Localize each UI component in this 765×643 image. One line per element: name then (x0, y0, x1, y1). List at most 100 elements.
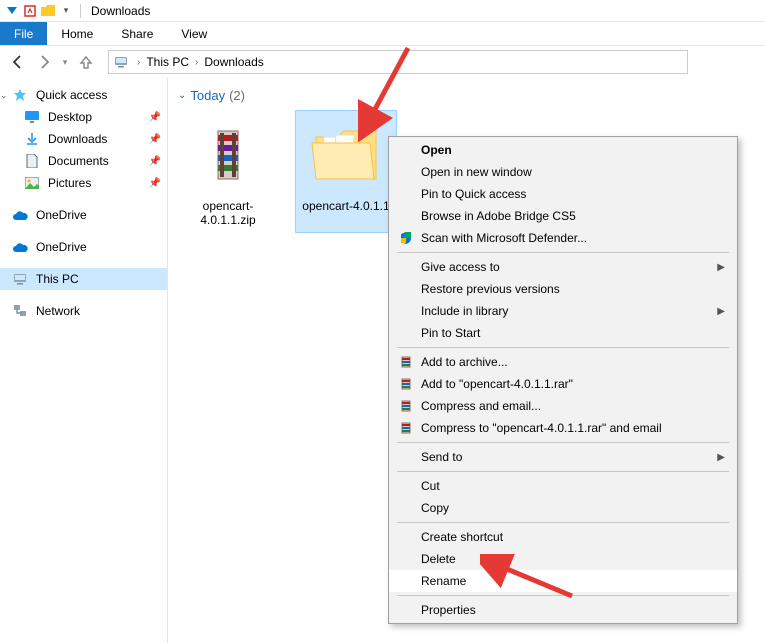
cloud-icon (12, 207, 28, 223)
sidebar-pictures[interactable]: Pictures 📌 (0, 172, 167, 194)
ribbon-tab-share[interactable]: Share (107, 22, 167, 45)
ribbon-tab-view[interactable]: View (167, 22, 221, 45)
sidebar-this-pc[interactable]: This PC (0, 268, 167, 290)
ctx-compress-email[interactable]: Compress and email... (389, 395, 737, 417)
breadcrumb-this-pc[interactable]: This PC (144, 55, 191, 69)
archive-icon (395, 375, 417, 393)
chevron-right-icon: ▶ (717, 306, 725, 317)
context-menu-separator (397, 522, 729, 523)
ctx-cut[interactable]: Cut (389, 475, 737, 497)
pin-icon: 📌 (149, 156, 161, 167)
address-bar[interactable]: › This PC › Downloads (108, 50, 688, 74)
group-label: Today (190, 88, 225, 103)
nav-up-button[interactable] (74, 50, 98, 74)
ribbon-tab-home[interactable]: Home (47, 22, 107, 45)
nav-recent-dropdown[interactable]: ▾ (58, 50, 72, 74)
navbar: ▾ › This PC › Downloads (0, 46, 765, 78)
archive-icon (188, 115, 268, 195)
context-menu-separator (397, 442, 729, 443)
folder-icon (40, 3, 56, 19)
star-icon (12, 87, 28, 103)
ctx-rename[interactable]: Rename (389, 570, 737, 592)
ribbon-tab-file[interactable]: File (0, 22, 47, 45)
nav-back-button[interactable] (6, 50, 30, 74)
folder-icon (306, 115, 386, 195)
sidebar-downloads[interactable]: Downloads 📌 (0, 128, 167, 150)
nav-forward-button[interactable] (32, 50, 56, 74)
archive-icon (395, 397, 417, 415)
sidebar-quick-access[interactable]: ⌄ Quick access (0, 84, 167, 106)
sidebar-item-label: OneDrive (36, 208, 161, 222)
desktop-icon (24, 109, 40, 125)
group-header-today[interactable]: ⌄ Today (2) (178, 88, 755, 103)
cloud-icon (12, 239, 28, 255)
ctx-scan-defender[interactable]: Scan with Microsoft Defender... (389, 227, 737, 249)
pictures-icon (24, 175, 40, 191)
pc-icon (113, 54, 129, 70)
documents-icon (24, 153, 40, 169)
ctx-include-library[interactable]: Include in library▶ (389, 300, 737, 322)
ctx-open-new-window[interactable]: Open in new window (389, 161, 737, 183)
ctx-add-rar[interactable]: Add to "opencart-4.0.1.1.rar" (389, 373, 737, 395)
file-name: opencart-4.0.1.1 (302, 199, 389, 213)
sidebar-desktop[interactable]: Desktop 📌 (0, 106, 167, 128)
sidebar-item-label: Documents (48, 154, 149, 168)
ctx-add-archive[interactable]: Add to archive... (389, 351, 737, 373)
context-menu-separator (397, 347, 729, 348)
archive-icon (395, 353, 417, 371)
group-count: (2) (229, 88, 245, 103)
network-icon (12, 303, 28, 319)
pc-icon (12, 271, 28, 287)
download-icon (24, 131, 40, 147)
ribbon: File Home Share View (0, 22, 765, 46)
ctx-pin-start[interactable]: Pin to Start (389, 322, 737, 344)
ctx-restore-previous[interactable]: Restore previous versions (389, 278, 737, 300)
ctx-browse-bridge[interactable]: Browse in Adobe Bridge CS5 (389, 205, 737, 227)
sidebar-onedrive-1[interactable]: OneDrive (0, 204, 167, 226)
sidebar-network[interactable]: Network (0, 300, 167, 322)
qat-down-arrow-icon[interactable] (4, 3, 20, 19)
breadcrumb-downloads[interactable]: Downloads (202, 55, 265, 69)
caret-down-icon: ⌄ (178, 90, 186, 101)
ctx-give-access[interactable]: Give access to▶ (389, 256, 737, 278)
sidebar-documents[interactable]: Documents 📌 (0, 150, 167, 172)
titlebar: ▾ Downloads (0, 0, 765, 22)
context-menu: Open Open in new window Pin to Quick acc… (388, 136, 738, 624)
sidebar-item-label: This PC (36, 272, 161, 286)
qat-dropdown-icon[interactable]: ▾ (58, 3, 74, 19)
caret-down-icon[interactable]: ⌄ (0, 90, 8, 101)
file-item-zip[interactable]: opencart-4.0.1.1.zip (178, 111, 278, 232)
sidebar-item-label: Quick access (36, 88, 161, 102)
file-name: opencart-4.0.1.1.zip (182, 199, 274, 228)
ctx-compress-to-email[interactable]: Compress to "opencart-4.0.1.1.rar" and e… (389, 417, 737, 439)
pin-icon: 📌 (149, 112, 161, 123)
context-menu-separator (397, 595, 729, 596)
file-item-folder[interactable]: opencart-4.0.1.1 (296, 111, 396, 232)
ctx-delete[interactable]: Delete (389, 548, 737, 570)
chevron-right-icon: ▶ (717, 262, 725, 273)
ctx-send-to[interactable]: Send to▶ (389, 446, 737, 468)
ctx-create-shortcut[interactable]: Create shortcut (389, 526, 737, 548)
sidebar: ⌄ Quick access Desktop 📌 Downloads 📌 Doc (0, 78, 168, 643)
sidebar-item-label: Network (36, 304, 161, 318)
chevron-right-icon[interactable]: › (191, 57, 202, 68)
titlebar-divider (80, 4, 81, 18)
sidebar-item-label: Pictures (48, 176, 149, 190)
chevron-right-icon: ▶ (717, 452, 725, 463)
chevron-right-icon[interactable]: › (133, 57, 144, 68)
context-menu-separator (397, 471, 729, 472)
sidebar-item-label: Downloads (48, 132, 149, 146)
pin-icon: 📌 (149, 178, 161, 189)
sidebar-onedrive-2[interactable]: OneDrive (0, 236, 167, 258)
ctx-pin-quick-access[interactable]: Pin to Quick access (389, 183, 737, 205)
archive-icon (395, 419, 417, 437)
qat-properties-icon[interactable] (22, 3, 38, 19)
ctx-copy[interactable]: Copy (389, 497, 737, 519)
ctx-properties[interactable]: Properties (389, 599, 737, 621)
sidebar-item-label: Desktop (48, 110, 149, 124)
ctx-open[interactable]: Open (389, 139, 737, 161)
window-title: Downloads (91, 4, 150, 18)
sidebar-item-label: OneDrive (36, 240, 161, 254)
shield-icon (395, 229, 417, 247)
context-menu-separator (397, 252, 729, 253)
